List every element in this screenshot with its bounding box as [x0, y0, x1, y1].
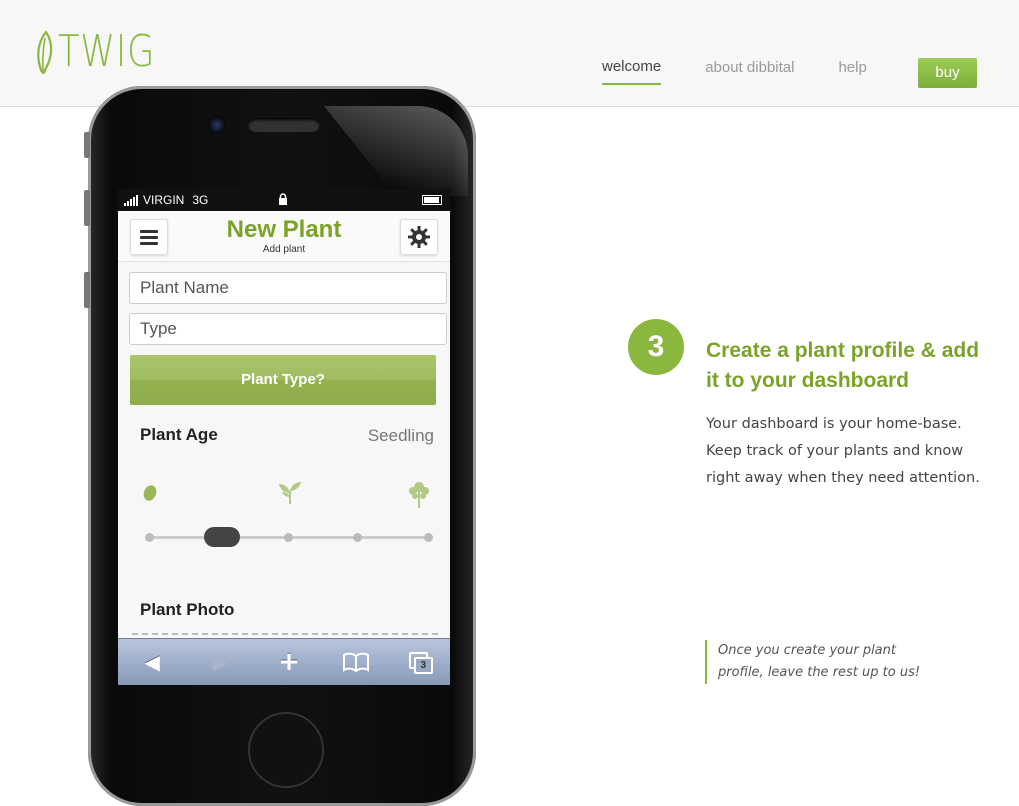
nav-help[interactable]: help — [838, 59, 866, 84]
slider-stop[interactable] — [353, 533, 362, 542]
leaf-icon — [37, 30, 53, 75]
lock-icon — [279, 193, 287, 205]
app-header: New Plant Add plant — [118, 211, 450, 262]
seed-icon — [143, 485, 157, 501]
step-title: Create a plant profile & add it to your … — [706, 339, 980, 392]
phone-volume-up — [84, 190, 90, 226]
buy-button[interactable]: buy — [918, 58, 977, 88]
plant-photo-label: Plant Photo — [140, 600, 235, 619]
slider-stop[interactable] — [284, 533, 293, 542]
plant-age-slider-thumb[interactable] — [204, 527, 240, 547]
settings-button[interactable] — [400, 219, 438, 255]
add-icon[interactable]: + — [274, 647, 304, 677]
gear-icon — [408, 226, 430, 248]
twig-logo[interactable]: TWIG — [36, 28, 179, 76]
network-label: 3G — [192, 193, 209, 207]
seedling-icon — [279, 482, 301, 504]
step-note: Once you create your plant profile, leav… — [705, 640, 938, 684]
main-nav: welcome about dibbital help — [602, 58, 911, 85]
status-bar: VIRGIN 3G — [118, 189, 450, 211]
plant-age-value: Seedling — [367, 426, 434, 445]
signal-icon — [124, 194, 139, 206]
plant-age-label: Plant Age — [140, 425, 218, 444]
step-number: 3 — [628, 319, 684, 375]
browser-toolbar: ◀ ▶ + 3 — [118, 638, 450, 685]
forward-arrow-icon[interactable]: ▶ — [206, 650, 236, 674]
phone-home-button — [248, 712, 324, 788]
tabs-count: 3 — [413, 657, 433, 674]
carrier-label: VIRGIN — [143, 193, 185, 207]
phone-volume-down — [84, 272, 90, 308]
plant-type-input[interactable]: Type — [129, 313, 447, 345]
battery-icon — [422, 195, 442, 205]
plant-type-button[interactable]: Plant Type? — [130, 355, 436, 405]
grown-plant-icon — [409, 482, 429, 508]
phone-mute-switch — [84, 132, 90, 158]
tabs-icon[interactable]: 3 — [408, 652, 433, 674]
phone-camera — [208, 116, 226, 134]
slider-stop[interactable] — [424, 533, 433, 542]
phone-speaker — [248, 118, 320, 132]
nav-welcome[interactable]: welcome — [602, 58, 662, 85]
plant-name-input[interactable]: Plant Name — [129, 272, 447, 304]
bookmarks-icon[interactable] — [342, 652, 370, 672]
logo-text: TWIG — [58, 26, 156, 77]
back-arrow-icon[interactable]: ◀ — [137, 650, 167, 674]
step-description: Your dashboard is your home-base. Keep t… — [706, 416, 980, 486]
nav-about-dibbital[interactable]: about dibbital — [705, 59, 794, 84]
slider-stop[interactable] — [145, 533, 154, 542]
phone-screen: VIRGIN 3G New Plant Add plant Plant Name… — [118, 189, 450, 685]
